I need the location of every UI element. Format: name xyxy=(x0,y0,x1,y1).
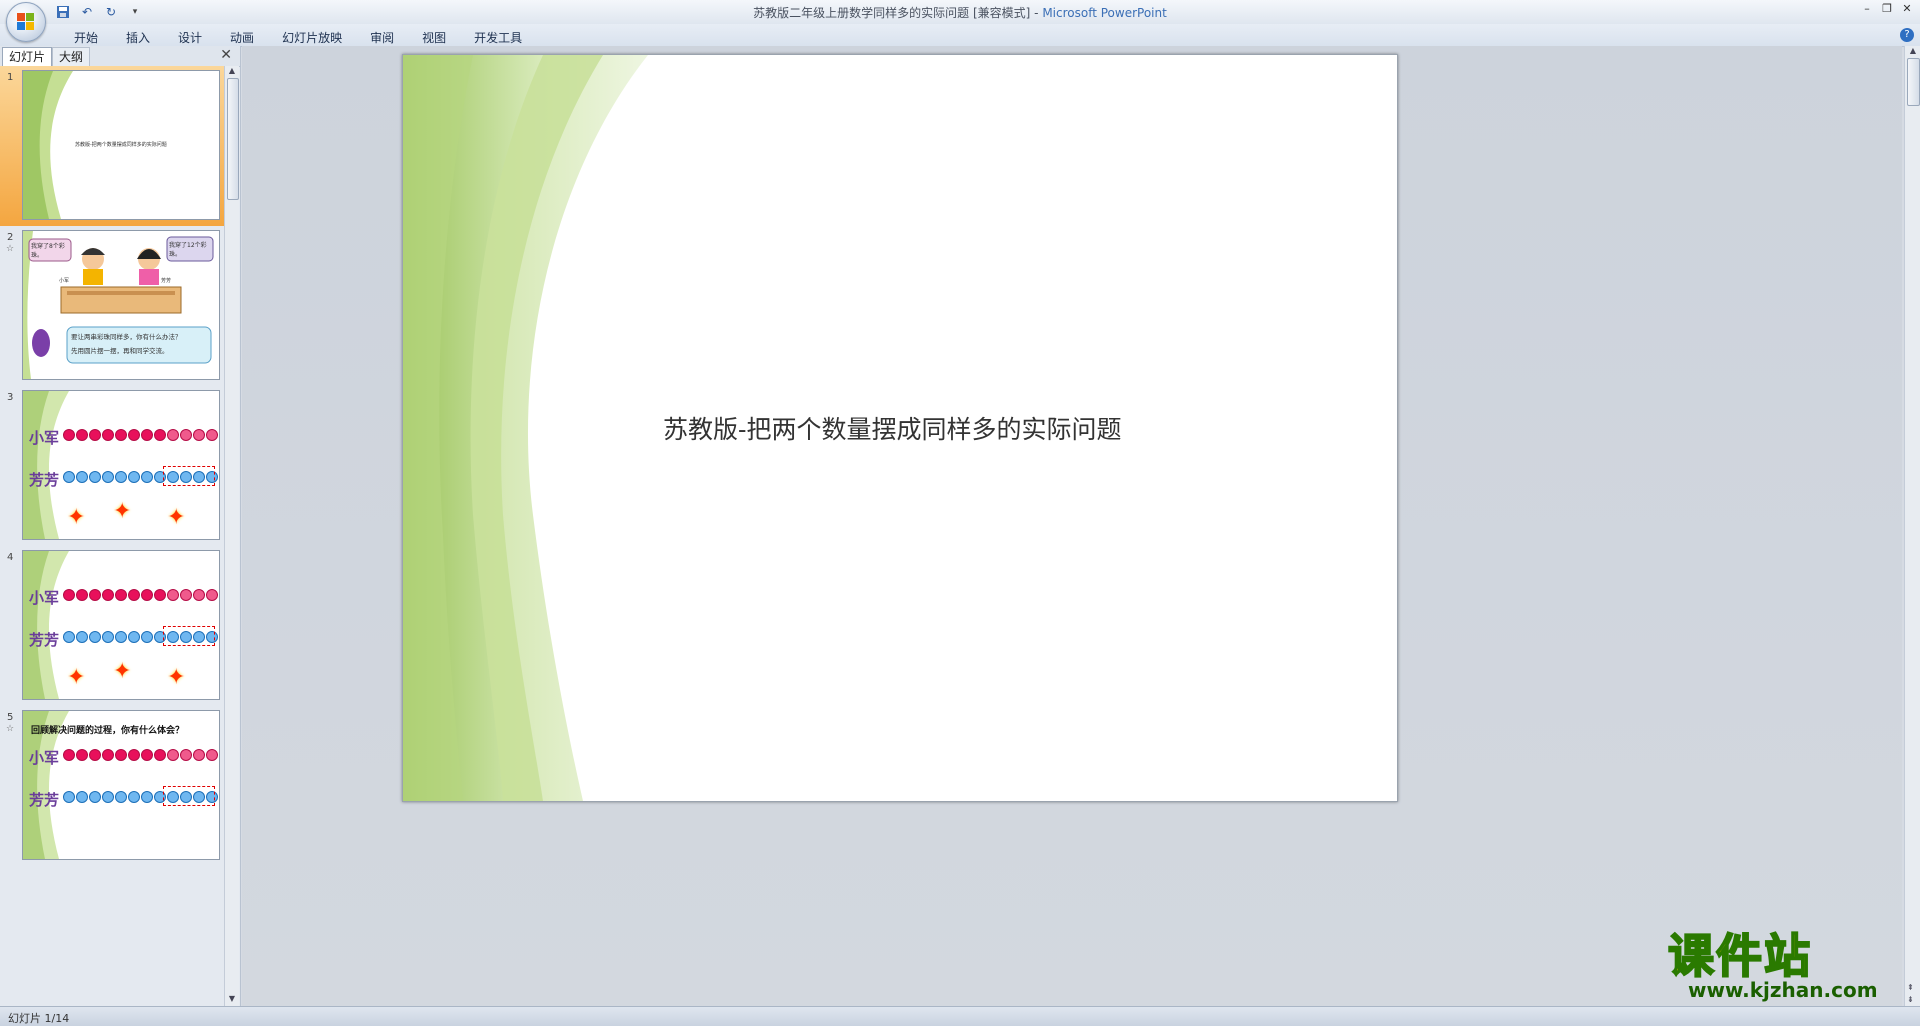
watermark-text: 课件站 xyxy=(1667,928,1812,984)
speech-bubble-bottom-line2: 先用圆片摆一摆，再和同学交流。 xyxy=(71,347,169,355)
tab-slideshow[interactable]: 幻灯片放映 xyxy=(268,27,356,48)
row-label-xiaojun: 小军 xyxy=(29,589,60,607)
sparkle-icon: ✦ xyxy=(167,665,186,690)
scroll-thumb[interactable] xyxy=(1907,58,1920,106)
tab-view[interactable]: 视图 xyxy=(408,27,460,48)
sparkle-icon: ✦ xyxy=(113,499,132,524)
slide-title[interactable]: 苏教版-把两个数量摆成同样多的实际问题 xyxy=(663,410,1163,446)
thumbnail-list: 1 苏教版-把两个数量摆成同样多的实际问题 2 ☆ 我穿了8个彩珠。 我穿了12… xyxy=(0,66,224,1006)
thumbnail-preview: 苏教版-把两个数量摆成同样多的实际问题 xyxy=(22,70,220,220)
thumbnail-preview: 小军 芳芳 ✦ ✦ ✦ xyxy=(22,390,220,540)
speech-bubble-right: 我穿了12个彩珠。 xyxy=(169,242,207,258)
thumbnail-preview: 回顾解决问题的过程，你有什么体会？ 小军 芳芳 xyxy=(22,710,220,860)
current-slide[interactable]: 苏教版-把两个数量摆成同样多的实际问题 xyxy=(402,54,1398,802)
window-controls: – ❐ ✕ xyxy=(1860,2,1914,15)
tab-home[interactable]: 开始 xyxy=(60,27,112,48)
animation-star-icon: ☆ xyxy=(6,724,15,734)
slide-panel: 幻灯片 大纲 ✕ 1 苏教版-把两个数量摆成同样多的实际问题 2 ☆ 我穿了8个… xyxy=(0,46,241,1006)
next-slide-icon[interactable]: ⇟ xyxy=(1907,995,1914,1004)
animation-star-icon: ☆ xyxy=(6,244,15,254)
thumbnail-slide-3[interactable]: 3 小军 芳芳 ✦ ✦ ✦ xyxy=(0,386,224,546)
speech-bubble-bottom-line1: 要让两串彩珠同样多，你有什么办法？ xyxy=(71,333,182,341)
dashed-highlight xyxy=(163,466,215,486)
slide-number: 5 xyxy=(7,712,14,723)
tab-outline[interactable]: 大纲 xyxy=(52,47,91,66)
name-right: 芳芳 xyxy=(161,278,172,284)
ribbon-tabs: 开始 插入 设计 动画 幻灯片放映 审阅 视图 开发工具 xyxy=(60,27,536,48)
minimize-icon[interactable]: – xyxy=(1860,2,1874,15)
thumbnail-heading: 回顾解决问题的过程，你有什么体会？ xyxy=(31,726,185,736)
sparkle-icon: ✦ xyxy=(113,659,132,684)
close-panel-icon[interactable]: ✕ xyxy=(220,47,232,63)
slide-number: 1 xyxy=(7,72,14,83)
row-label-fangfang: 芳芳 xyxy=(29,631,60,649)
pink-beads xyxy=(63,589,218,601)
sparkle-icon: ✦ xyxy=(67,665,86,690)
tab-developer[interactable]: 开发工具 xyxy=(460,27,536,48)
scroll-down-icon[interactable]: ▼ xyxy=(225,994,239,1006)
name-left: 小军 xyxy=(59,278,70,284)
window-title: 苏教版二年级上册数学同样多的实际问题 [兼容模式] - Microsoft Po… xyxy=(753,6,1167,20)
scroll-up-icon[interactable]: ▲ xyxy=(225,66,239,78)
dashed-highlight xyxy=(163,626,215,646)
slide-number: 2 xyxy=(7,232,14,243)
editor-scrollbar[interactable]: ▲ ⇞ ⇟ xyxy=(1904,46,1920,1006)
thumbnail-title: 苏教版-把两个数量摆成同样多的实际问题 xyxy=(75,142,167,148)
prev-slide-icon[interactable]: ⇞ xyxy=(1907,983,1914,992)
pink-beads xyxy=(63,429,218,441)
title-bar: ↶ ↻ ▾ 苏教版二年级上册数学同样多的实际问题 [兼容模式] - Micros… xyxy=(0,0,1920,25)
sparkle-icon: ✦ xyxy=(167,505,186,530)
tab-insert[interactable]: 插入 xyxy=(112,27,164,48)
scroll-thumb[interactable] xyxy=(227,78,239,200)
row-label-fangfang: 芳芳 xyxy=(29,471,60,489)
close-icon[interactable]: ✕ xyxy=(1900,2,1914,15)
sparkle-icon: ✦ xyxy=(67,505,86,530)
tab-slides[interactable]: 幻灯片 xyxy=(2,47,53,66)
thumbnail-slide-2[interactable]: 2 ☆ 我穿了8个彩珠。 我穿了12个彩珠。 小军 芳芳 要让两串彩珠同样多，你… xyxy=(0,226,224,386)
speech-bubble-left: 我穿了8个彩珠。 xyxy=(31,243,65,259)
thumbnail-preview: 小军 芳芳 ✦ ✦ ✦ xyxy=(22,550,220,700)
restore-icon[interactable]: ❐ xyxy=(1880,2,1894,15)
scroll-up-icon[interactable]: ▲ xyxy=(1905,46,1920,58)
row-label-fangfang: 芳芳 xyxy=(29,791,60,809)
thumbnail-slide-5[interactable]: 5 ☆ 回顾解决问题的过程，你有什么体会？ 小军 芳芳 xyxy=(0,706,224,866)
tab-animations[interactable]: 动画 xyxy=(216,27,268,48)
panel-scrollbar[interactable]: ▲ ▼ xyxy=(224,66,239,1006)
row-label-xiaojun: 小军 xyxy=(29,749,60,767)
tab-design[interactable]: 设计 xyxy=(164,27,216,48)
office-logo-icon xyxy=(17,13,35,31)
help-icon[interactable]: ? xyxy=(1900,28,1914,42)
slide-editor: 苏教版-把两个数量摆成同样多的实际问题 xyxy=(242,46,1902,1006)
thumbnail-slide-4[interactable]: 4 小军 芳芳 ✦ ✦ ✦ xyxy=(0,546,224,706)
ribbon: 开始 插入 设计 动画 幻灯片放映 审阅 视图 开发工具 ? xyxy=(0,24,1920,47)
slide-counter: 幻灯片 1/14 xyxy=(8,1012,70,1025)
watermark-logo: 课件站 www.kjzhan.com xyxy=(1667,920,1902,1006)
thumbnail-preview: 我穿了8个彩珠。 我穿了12个彩珠。 小军 芳芳 要让两串彩珠同样多，你有什么办… xyxy=(22,230,220,380)
office-button[interactable] xyxy=(6,2,46,42)
panel-tabs: 幻灯片 大纲 ✕ xyxy=(0,46,240,67)
slide-number: 3 xyxy=(7,392,14,403)
dashed-highlight xyxy=(163,786,215,806)
tab-review[interactable]: 审阅 xyxy=(356,27,408,48)
row-label-xiaojun: 小军 xyxy=(29,429,60,447)
slide-number: 4 xyxy=(7,552,14,563)
thumbnail-slide-1[interactable]: 1 苏教版-把两个数量摆成同样多的实际问题 xyxy=(0,66,224,226)
watermark-url: www.kjzhan.com xyxy=(1688,978,1878,1002)
status-bar: 幻灯片 1/14 xyxy=(0,1006,1920,1026)
pink-beads xyxy=(63,749,218,761)
